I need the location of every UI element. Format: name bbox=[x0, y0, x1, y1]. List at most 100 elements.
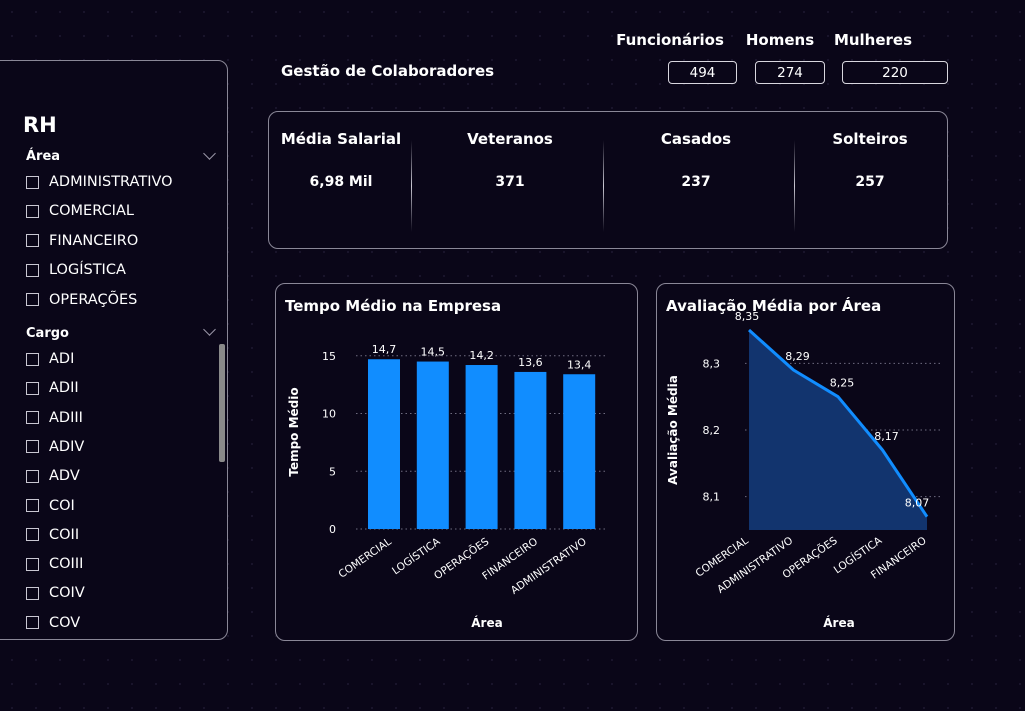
cargo-option-label: ADIV bbox=[49, 438, 85, 455]
cargo-scrollbar[interactable] bbox=[219, 344, 225, 462]
cargo-option[interactable]: COV bbox=[26, 613, 80, 633]
tenure-bar-chart: 05101514,7COMERCIAL14,5LOGÍSTICA14,2OPER… bbox=[287, 343, 606, 630]
bar bbox=[416, 361, 449, 529]
data-label: 14,5 bbox=[421, 346, 446, 359]
area-option-label: ADMINISTRATIVO bbox=[49, 174, 173, 190]
kpi-salary-label: Média Salarial bbox=[280, 130, 402, 148]
area-option[interactable]: FINANCEIRO bbox=[26, 231, 138, 251]
cargo-option[interactable]: COII bbox=[26, 525, 79, 545]
cargo-option[interactable]: ADII bbox=[26, 378, 79, 398]
checkbox[interactable] bbox=[26, 440, 39, 454]
area-option-label: FINANCEIRO bbox=[49, 232, 139, 249]
cargo-option-label: COIV bbox=[49, 585, 85, 602]
men-card: 274 bbox=[755, 61, 825, 84]
kpi-married-value: 237 bbox=[681, 174, 711, 190]
tenure-chart-panel: Tempo Médio na Empresa 0 5 10 15 14,7 COMERCI… bbox=[275, 283, 638, 641]
checkbox[interactable] bbox=[26, 557, 39, 571]
area-option-label: COMERCIAL bbox=[49, 203, 134, 220]
data-label: 14,2 bbox=[469, 349, 494, 362]
y-axis-label: Avaliação Média bbox=[666, 375, 680, 485]
data-label: 8,07 bbox=[905, 497, 930, 510]
y-tick-label: 5 bbox=[329, 465, 336, 478]
employees-card: 494 bbox=[668, 61, 737, 84]
checkbox[interactable] bbox=[26, 528, 39, 542]
checkbox[interactable] bbox=[26, 352, 39, 366]
page-title: Gestão de Colaboradores bbox=[281, 62, 495, 80]
cargo-option[interactable]: ADIV bbox=[26, 437, 84, 457]
checkbox[interactable] bbox=[26, 469, 39, 483]
cargo-option[interactable]: COI bbox=[26, 496, 75, 516]
chevron-down-icon[interactable] bbox=[203, 323, 216, 336]
kpi-divider bbox=[603, 140, 604, 232]
x-tick-label: ADMINISTRATIVO bbox=[715, 535, 795, 596]
area-option[interactable]: ADMINISTRATIVO bbox=[26, 172, 173, 192]
kpi-single-label: Solteiros bbox=[832, 130, 908, 148]
checkbox[interactable] bbox=[26, 616, 39, 630]
area-option[interactable]: COMERCIAL bbox=[26, 201, 134, 221]
x-tick-label: COMERCIAL bbox=[336, 536, 393, 581]
cargo-option-label: ADII bbox=[49, 380, 79, 397]
chevron-down-icon[interactable] bbox=[203, 147, 216, 160]
cargo-option[interactable]: COIII bbox=[26, 554, 83, 574]
bar bbox=[563, 374, 596, 529]
checkbox[interactable] bbox=[26, 411, 39, 425]
cargo-option-label: COII bbox=[49, 526, 80, 543]
area-option[interactable]: LOGÍSTICA bbox=[26, 260, 126, 280]
kpi-panel: Média Salarial 6,98 Mil Veteranos 371 Ca… bbox=[268, 111, 948, 249]
x-axis-label: Área bbox=[471, 615, 502, 630]
data-label: 14,7 bbox=[372, 343, 397, 356]
cargo-option-label: COI bbox=[49, 497, 75, 514]
cargo-option[interactable]: ADIII bbox=[26, 408, 83, 428]
checkbox[interactable] bbox=[26, 586, 39, 600]
y-tick-label: 15 bbox=[322, 350, 336, 363]
y-tick-label: 8,1 bbox=[703, 491, 721, 504]
rating-area-chart: 8,18,28,38,358,298,258,178,07COMERCIALAD… bbox=[666, 310, 943, 630]
cargo-option-label: COV bbox=[49, 614, 81, 631]
cargo-option-label: ADIII bbox=[49, 409, 83, 426]
cargo-option[interactable]: COIV bbox=[26, 583, 85, 603]
bar bbox=[368, 359, 400, 529]
cargo-option[interactable]: ADV bbox=[26, 466, 80, 486]
area-option-label: LOGÍSTICA bbox=[49, 262, 126, 279]
men-label: Homens bbox=[745, 31, 815, 49]
women-card: 220 bbox=[842, 61, 948, 84]
cargo-option-label: ADI bbox=[49, 351, 75, 367]
kpi-salary-value: 6,98 Mil bbox=[309, 174, 373, 190]
checkbox[interactable] bbox=[26, 499, 39, 512]
checkbox[interactable] bbox=[26, 175, 39, 189]
bar bbox=[514, 371, 547, 529]
checkbox[interactable] bbox=[26, 381, 39, 395]
kpi-married-label: Casados bbox=[660, 130, 732, 148]
area-fill bbox=[749, 330, 927, 530]
data-label: 8,35 bbox=[735, 310, 760, 323]
data-label: 13,4 bbox=[567, 358, 592, 371]
y-tick-label: 0 bbox=[329, 523, 336, 536]
data-label: 8,17 bbox=[874, 430, 899, 443]
sidebar-title: RH bbox=[23, 113, 57, 137]
area-option[interactable]: OPERAÇÕES bbox=[26, 290, 137, 310]
data-label: 8,29 bbox=[785, 350, 810, 363]
cargo-option-label: COIII bbox=[49, 556, 84, 573]
x-axis-label: Área bbox=[823, 615, 854, 630]
data-label: 8,25 bbox=[830, 377, 855, 390]
women-label: Mulheres bbox=[833, 31, 913, 49]
checkbox[interactable] bbox=[26, 204, 39, 218]
kpi-veterans-label: Veteranos bbox=[467, 130, 553, 148]
checkbox[interactable] bbox=[26, 263, 39, 277]
y-tick-label: 8,2 bbox=[703, 424, 721, 437]
cargo-option[interactable]: ADI bbox=[26, 349, 74, 369]
data-label: 13,6 bbox=[518, 356, 543, 369]
kpi-divider bbox=[794, 140, 795, 232]
cargo-slicer-label: Cargo bbox=[26, 326, 69, 341]
kpi-single-value: 257 bbox=[855, 174, 885, 190]
checkbox[interactable] bbox=[26, 234, 39, 248]
checkbox[interactable] bbox=[26, 293, 39, 307]
rating-chart-panel: Avaliação Média por Área 8,1 8,2 8,3 8,35 8,… bbox=[656, 283, 955, 641]
cargo-option-label: ADV bbox=[49, 468, 80, 485]
kpi-veterans-value: 371 bbox=[495, 174, 525, 190]
area-option-label: OPERAÇÕES bbox=[49, 291, 138, 308]
area-slicer-label: Área bbox=[26, 149, 61, 164]
y-tick-label: 8,3 bbox=[703, 357, 721, 370]
bar bbox=[465, 365, 498, 529]
filter-sidebar: RH Área ADMINISTRATIVO COMERCIAL FINANCEIR… bbox=[0, 60, 228, 640]
